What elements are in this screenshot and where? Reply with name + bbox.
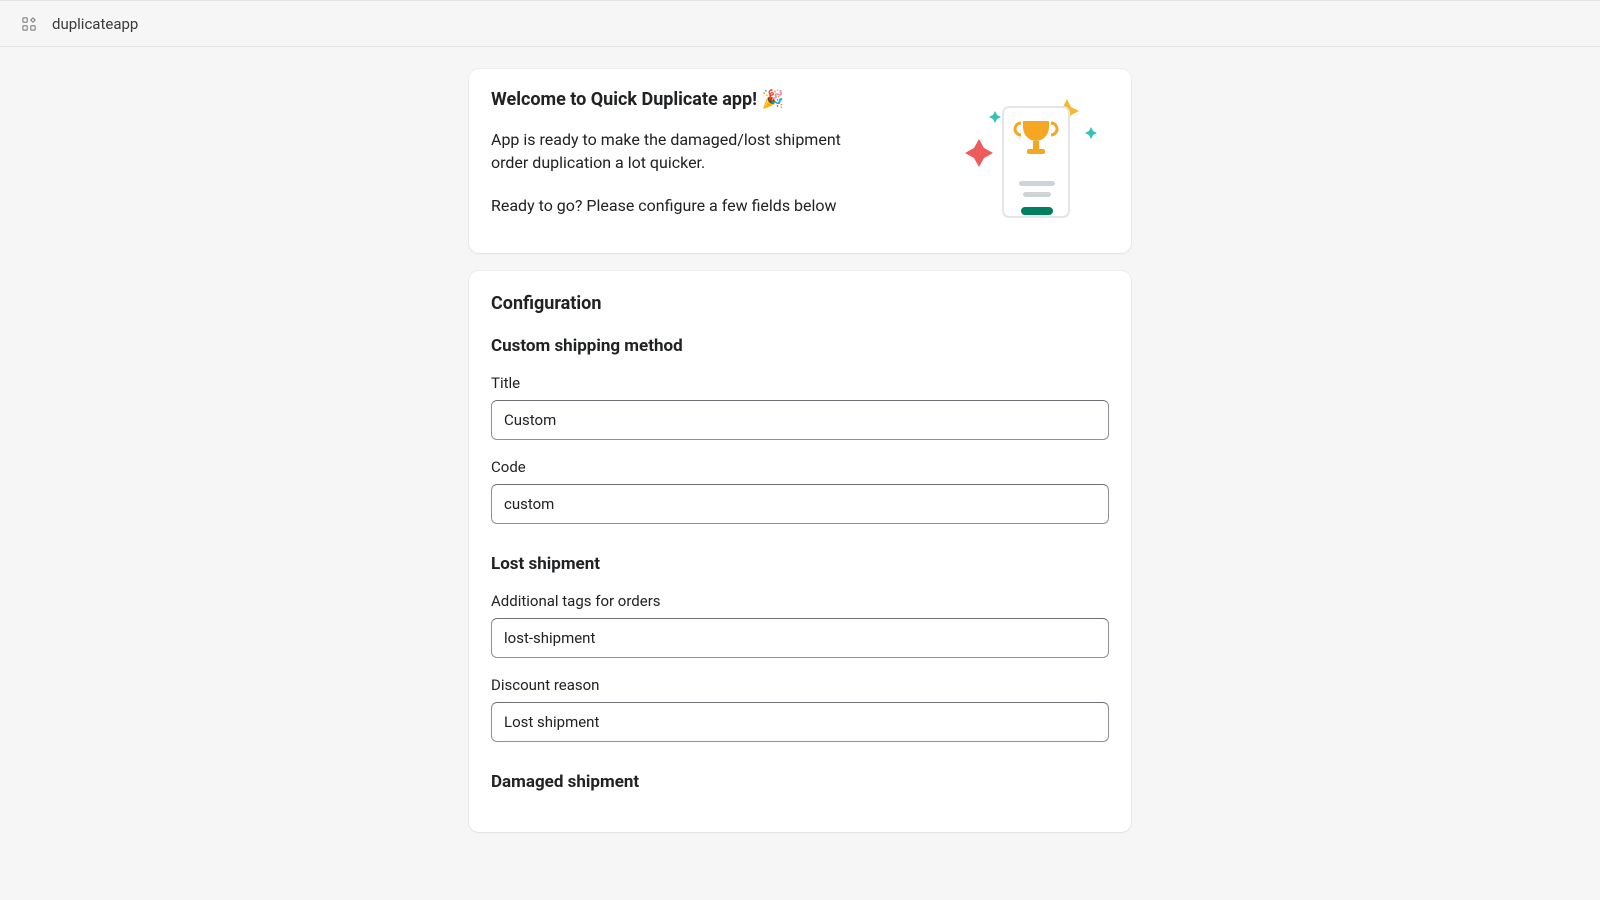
shipping-code-input[interactable] — [491, 484, 1109, 524]
lost-discount-input[interactable] — [491, 702, 1109, 742]
shipping-code-label: Code — [491, 458, 1109, 476]
shipping-title-field: Title — [491, 374, 1109, 440]
app-title: duplicateapp — [52, 15, 138, 33]
shipping-title-label: Title — [491, 374, 1109, 392]
lost-tags-input[interactable] — [491, 618, 1109, 658]
lost-tags-field: Additional tags for orders — [491, 592, 1109, 658]
damaged-shipment-heading: Damaged shipment — [491, 772, 1109, 792]
topbar: duplicateapp — [0, 0, 1600, 47]
welcome-line-1: App is ready to make the damaged/lost sh… — [491, 128, 881, 174]
lost-discount-field: Discount reason — [491, 676, 1109, 742]
lost-discount-label: Discount reason — [491, 676, 1109, 694]
shipping-code-field: Code — [491, 458, 1109, 524]
shipping-title-input[interactable] — [491, 400, 1109, 440]
lost-tags-label: Additional tags for orders — [491, 592, 1109, 610]
welcome-card: Welcome to Quick Duplicate app! 🎉 App is… — [469, 69, 1131, 253]
lost-shipment-heading: Lost shipment — [491, 554, 1109, 574]
trophy-illustration — [959, 89, 1109, 229]
welcome-line-2: Ready to go? Please configure a few fiel… — [491, 194, 881, 217]
shipping-method-heading: Custom shipping method — [491, 336, 1109, 356]
app-blocks-icon — [22, 17, 36, 31]
configuration-heading: Configuration — [491, 293, 1109, 314]
welcome-heading: Welcome to Quick Duplicate app! 🎉 — [491, 89, 881, 110]
page-body: Welcome to Quick Duplicate app! 🎉 App is… — [0, 47, 1600, 850]
configuration-card: Configuration Custom shipping method Tit… — [469, 271, 1131, 832]
